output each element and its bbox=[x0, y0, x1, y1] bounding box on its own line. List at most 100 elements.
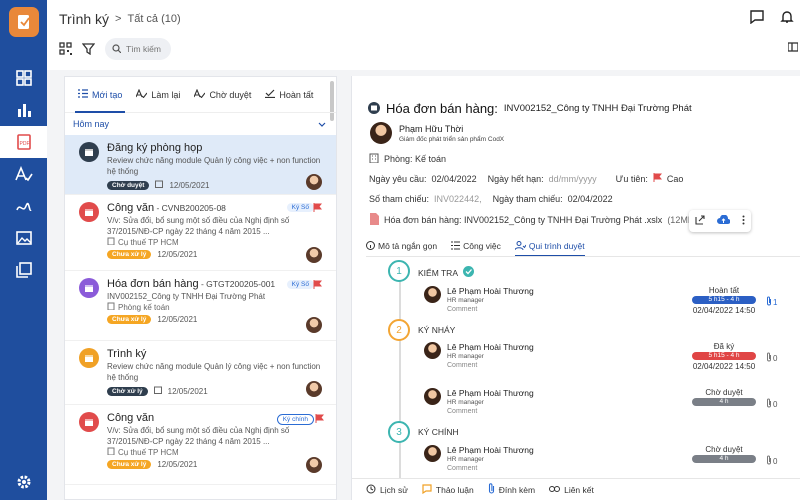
group-header-today[interactable]: Hôm nay bbox=[65, 113, 336, 135]
signature-icon[interactable] bbox=[0, 158, 47, 190]
avatar bbox=[306, 381, 322, 397]
tab-approval-process[interactable]: Qui trình duyệt bbox=[514, 236, 585, 257]
detail-bottom-bar: Lịch sử Thảo luận Đính kèm Liên kết bbox=[352, 478, 800, 500]
creator-info: Phạm Hữu Thời Giám đốc phát triển sản ph… bbox=[370, 122, 504, 144]
paperclip-icon bbox=[766, 352, 772, 364]
approver-row[interactable]: Lê Phạm Hoài Thương HR manager Comment bbox=[424, 445, 534, 472]
flag-icon bbox=[313, 203, 323, 212]
avatar bbox=[306, 317, 322, 333]
item-date: 12/05/2021 bbox=[157, 460, 198, 469]
discussion-button[interactable]: Thảo luận bbox=[422, 483, 474, 496]
item-desc: Review chức năng module Quản lý công việ… bbox=[107, 362, 321, 382]
history-button[interactable]: Lịch sử bbox=[366, 484, 408, 496]
item-org: Cụ thuế TP HCM bbox=[118, 237, 179, 247]
breadcrumb-filter[interactable]: Tất cả (10) bbox=[127, 13, 180, 25]
step-label: KÝ CHÍNH bbox=[418, 427, 459, 437]
side-rail: PDF bbox=[0, 0, 47, 500]
priority-value: Cao bbox=[666, 173, 684, 184]
attachment-count[interactable]: 0 bbox=[766, 352, 777, 364]
avatar bbox=[306, 247, 322, 263]
open-external-icon[interactable] bbox=[695, 215, 705, 227]
item-date: 12/05/2021 bbox=[157, 250, 198, 259]
item-org: Phòng kế toán bbox=[118, 302, 170, 312]
expiry-date[interactable]: dd/mm/yyyy bbox=[549, 174, 597, 184]
qr-scan-icon[interactable] bbox=[59, 41, 72, 57]
attachment-count[interactable]: 0 bbox=[766, 398, 777, 410]
cloud-upload-icon[interactable] bbox=[717, 214, 731, 227]
calendar-icon bbox=[79, 412, 99, 432]
paperclip-icon bbox=[766, 296, 772, 308]
search-box[interactable] bbox=[105, 38, 171, 60]
app-logo[interactable] bbox=[9, 7, 39, 37]
tab-tasks[interactable]: Công việc bbox=[451, 236, 501, 256]
item-date: 12/05/2021 bbox=[157, 315, 198, 324]
flag-icon bbox=[653, 173, 662, 184]
layout-toggle-icon[interactable] bbox=[787, 42, 799, 54]
status-badge: Chưa xử lý bbox=[107, 460, 152, 469]
image-icon[interactable] bbox=[0, 222, 47, 254]
attachment-line[interactable]: Hóa đơn bán hàng: INV002152_Công ty TNHH… bbox=[369, 213, 697, 227]
avatar bbox=[306, 457, 322, 473]
chat-icon bbox=[422, 483, 432, 496]
sign-icon bbox=[135, 88, 148, 100]
document-detail-panel: Hóa đơn bán hàng: INV002152_Công ty TNHH… bbox=[351, 76, 800, 500]
step-number: 3 bbox=[388, 421, 410, 443]
request-date: 02/04/2022 bbox=[431, 173, 477, 184]
list-item[interactable]: Công văn - CVNB200205-08 V/v: Sửa đổi, b… bbox=[65, 195, 336, 271]
checklist-icon bbox=[451, 241, 461, 252]
search-icon bbox=[112, 43, 122, 55]
item-date: 12/05/2021 bbox=[167, 386, 208, 396]
search-input[interactable] bbox=[126, 44, 170, 54]
attachment-count[interactable]: 1 bbox=[766, 296, 777, 308]
avatar bbox=[424, 445, 441, 462]
list-item[interactable]: Công văn V/v: Sửa đổi, bổ sung một số đi… bbox=[65, 405, 336, 485]
page-title[interactable]: Trình ký bbox=[59, 11, 109, 27]
bell-icon[interactable] bbox=[780, 10, 794, 26]
building-icon bbox=[107, 237, 115, 247]
avatar bbox=[424, 388, 441, 405]
pdf-sign-icon[interactable]: PDF bbox=[0, 126, 47, 158]
pen-icon[interactable] bbox=[0, 190, 47, 222]
status-badge: Chờ duyệt bbox=[107, 180, 150, 190]
history-icon bbox=[366, 484, 376, 496]
building-icon bbox=[369, 153, 379, 165]
tab-moi-tao[interactable]: Mới tạo bbox=[71, 77, 129, 113]
step-label: KIỂM TRA bbox=[418, 266, 474, 279]
flag-icon bbox=[315, 414, 325, 423]
list-item[interactable]: Đăng ký phòng họp Review chức năng modul… bbox=[65, 135, 336, 195]
chart-icon[interactable] bbox=[0, 94, 47, 126]
status-badge: Chưa xử lý bbox=[107, 250, 152, 259]
settings-icon[interactable] bbox=[0, 466, 47, 498]
approval-status: Hoàn tất 5 h15 - 4 h 02/04/2022 14:50 bbox=[692, 286, 756, 315]
more-vertical-icon[interactable] bbox=[742, 215, 745, 227]
links-button[interactable]: Liên kết bbox=[549, 485, 594, 495]
tab-summary[interactable]: Mô tả ngắn gọn bbox=[366, 236, 437, 256]
dashboard-icon[interactable] bbox=[0, 62, 47, 94]
timeline-line bbox=[399, 272, 401, 496]
tab-label: Chờ duyệt bbox=[209, 89, 252, 100]
tab-cho-duyet[interactable]: Chờ duyệt bbox=[187, 77, 258, 113]
building-icon bbox=[107, 447, 115, 457]
list-item[interactable]: Trình ký Review chức năng module Quản lý… bbox=[65, 341, 336, 405]
approver-row[interactable]: Lê Phạm Hoài Thương HR manager Comment bbox=[424, 388, 534, 415]
step-number: 2 bbox=[388, 319, 410, 341]
paperclip-icon bbox=[766, 455, 772, 467]
approver-row[interactable]: Lê Phạm Hoài Thương HR manager Comment bbox=[424, 342, 534, 369]
list-item[interactable]: Hóa đơn bán hàng - GTGT200205-001 INV002… bbox=[65, 271, 336, 341]
list-icon bbox=[78, 89, 88, 100]
approver-row[interactable]: Lê Phạm Hoài Thương HR manager Comment bbox=[424, 286, 534, 313]
library-icon[interactable] bbox=[0, 254, 47, 286]
sign-icon bbox=[193, 88, 206, 100]
attachments-button[interactable]: Đính kèm bbox=[488, 483, 535, 496]
step-label: KÝ NHÁY bbox=[418, 325, 456, 335]
group-label: Hôm nay bbox=[73, 119, 110, 129]
attachment-count[interactable]: 0 bbox=[766, 455, 777, 467]
avatar bbox=[424, 286, 441, 303]
tab-hoan-tat[interactable]: Hoàn tất bbox=[258, 77, 320, 113]
list-tabs: Mới tạo Làm lại Chờ duyệt Hoàn tất bbox=[65, 77, 336, 113]
filter-icon[interactable] bbox=[81, 42, 96, 57]
tab-lam-lai[interactable]: Làm lại bbox=[129, 77, 187, 113]
calendar-icon bbox=[368, 101, 380, 116]
status-badge: Chờ xử lý bbox=[107, 386, 148, 396]
chat-icon[interactable] bbox=[750, 10, 764, 26]
